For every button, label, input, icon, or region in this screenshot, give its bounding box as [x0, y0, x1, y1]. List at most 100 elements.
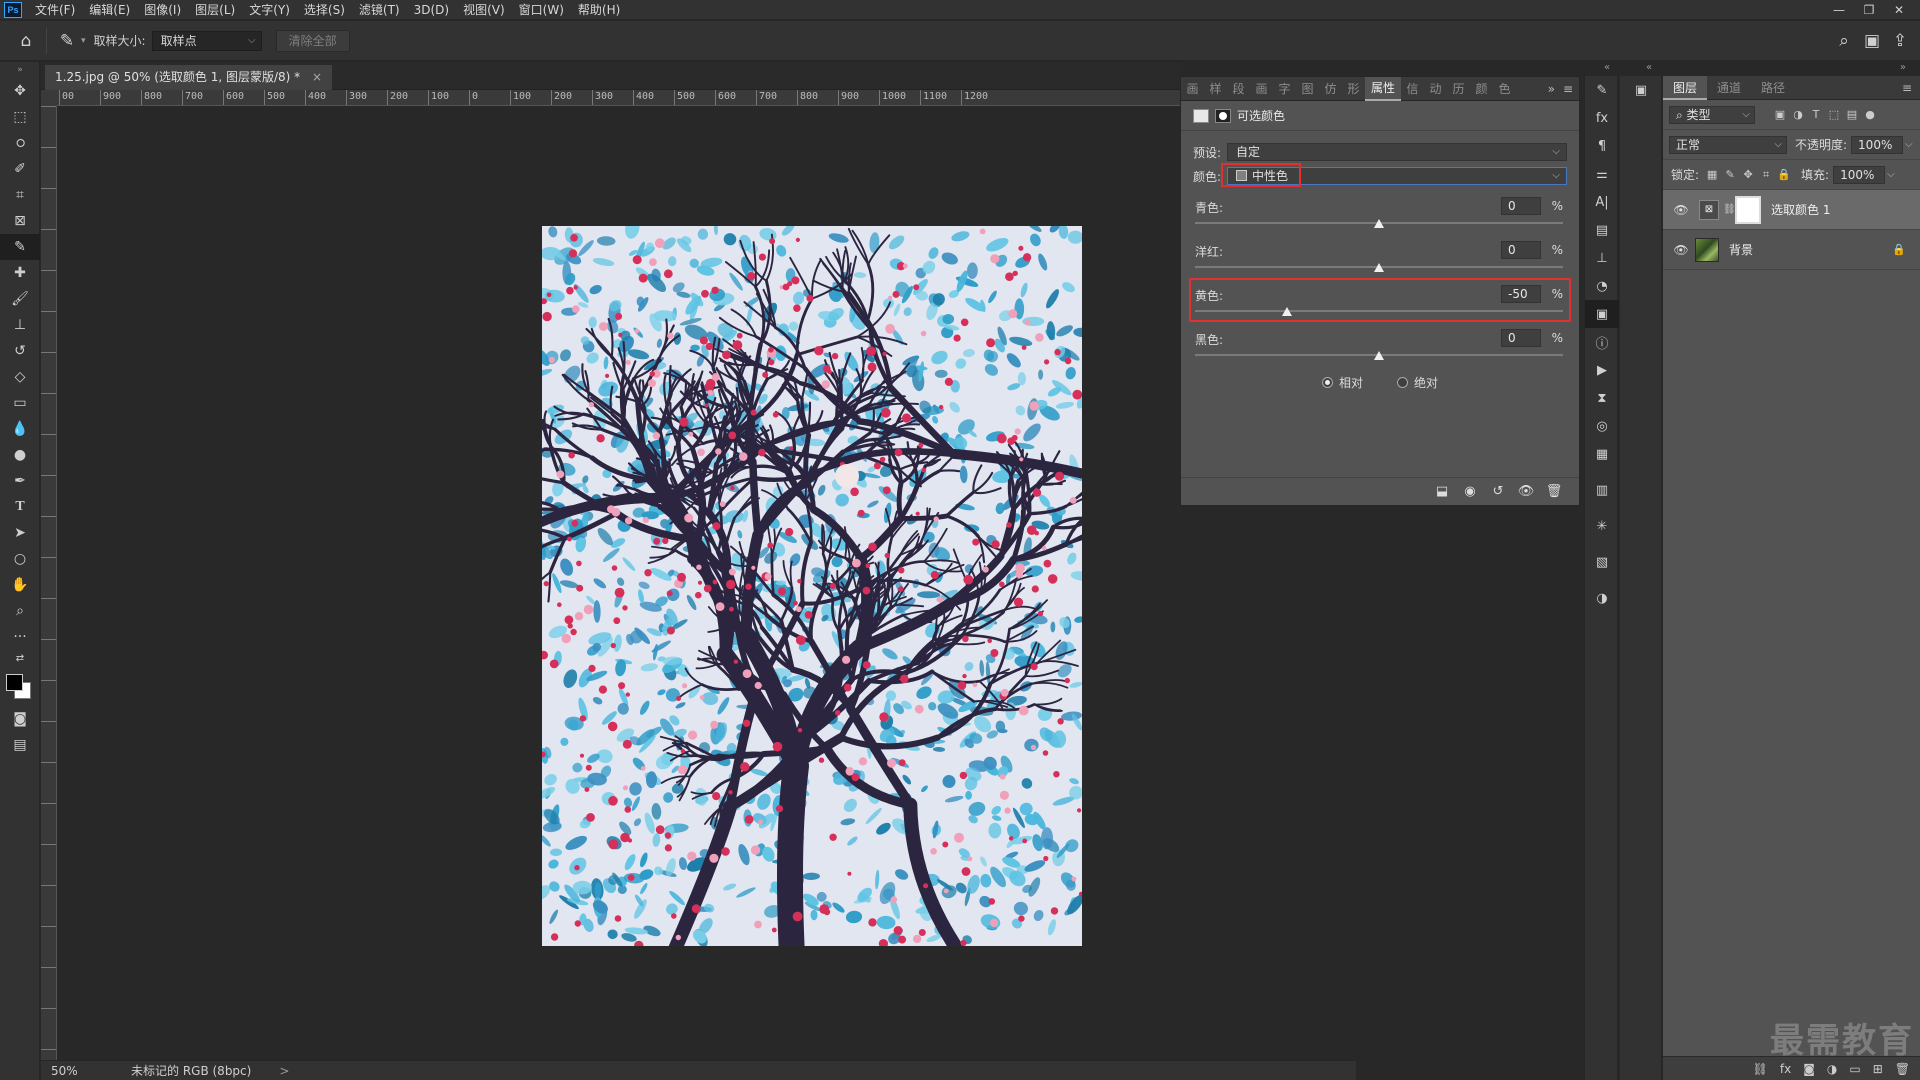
new-adjustment-icon[interactable]: ◑: [1827, 1062, 1837, 1076]
gradient-tool-icon[interactable]: ▭: [0, 390, 40, 416]
tab-properties[interactable]: 属性: [1365, 76, 1401, 101]
clone-source-panel-icon[interactable]: ⊥: [1585, 244, 1619, 272]
trash-icon[interactable]: 🗑: [1895, 1062, 1910, 1076]
layer-filter-select[interactable]: ⌕ 类型 ⌵: [1669, 105, 1755, 124]
history-panel-icon[interactable]: ⧗: [1585, 384, 1619, 412]
shape-filter-icon[interactable]: ⬚: [1825, 108, 1843, 121]
quick-mask-icon[interactable]: ◙: [0, 706, 40, 732]
tab-brush[interactable]: 画: [1181, 80, 1204, 97]
chevron-down-icon[interactable]: ▾: [81, 36, 86, 46]
link-icon[interactable]: ⛓: [1723, 204, 1736, 215]
tab-actions[interactable]: 动: [1424, 80, 1447, 97]
properties-panel-icon[interactable]: ▣: [1585, 300, 1619, 328]
lock-transparent-icon[interactable]: ▦: [1703, 168, 1721, 181]
tab-paragraph[interactable]: 段: [1227, 80, 1250, 97]
mask-icon[interactable]: [1215, 108, 1231, 123]
menu-window[interactable]: 窗口(W): [512, 0, 571, 20]
tab-styles[interactable]: 样: [1204, 80, 1227, 97]
adjustment-filter-icon[interactable]: ◑: [1789, 108, 1807, 121]
eyedropper-tool-icon[interactable]: ✎: [53, 27, 81, 55]
menu-help[interactable]: 帮助(H): [571, 0, 627, 20]
lock-pixels-icon[interactable]: ✎: [1721, 168, 1739, 181]
zoom-level[interactable]: 50%: [51, 1064, 111, 1078]
sample-size-select[interactable]: 取样点 ⌵: [151, 30, 262, 51]
tab-brush-settings[interactable]: 画: [1250, 80, 1273, 97]
actions-panel-icon[interactable]: ▶: [1585, 356, 1619, 384]
layer-item-background[interactable]: 👁 背景 🔒: [1663, 230, 1920, 270]
libraries-panel-icon[interactable]: ▧: [1585, 548, 1619, 576]
type-tool-icon[interactable]: T: [0, 494, 40, 520]
tab-channels[interactable]: 通道: [1707, 76, 1751, 100]
menu-layer[interactable]: 图层(L): [188, 0, 242, 20]
add-mask-icon[interactable]: ◙: [1803, 1062, 1815, 1076]
chevron-down-icon[interactable]: ⌵: [1887, 169, 1895, 180]
share-icon[interactable]: ⇪: [1886, 27, 1914, 55]
dodge-tool-icon[interactable]: ●: [0, 442, 40, 468]
tab-info[interactable]: 信: [1401, 80, 1424, 97]
canvas-area[interactable]: [57, 106, 1180, 1060]
brush-panel-icon[interactable]: ✎: [1585, 76, 1619, 104]
frame-tool-icon[interactable]: ⊠: [0, 208, 40, 234]
pixel-filter-icon[interactable]: ▣: [1771, 108, 1789, 121]
pen-tool-icon[interactable]: ✒: [0, 468, 40, 494]
layer-mask-thumbnail[interactable]: [1735, 195, 1761, 224]
notes-panel-icon[interactable]: ▥: [1585, 476, 1619, 504]
foreground-color-swatch[interactable]: [6, 674, 23, 691]
document-tab[interactable]: 1.25.jpg @ 50% (选取颜色 1, 图层蒙版/8) * ×: [45, 65, 333, 90]
shapes-panel-icon[interactable]: ◔: [1585, 272, 1619, 300]
history-brush-tool-icon[interactable]: ↺: [0, 338, 40, 364]
minimize-icon[interactable]: —: [1824, 3, 1854, 17]
eye-icon[interactable]: 👁: [1671, 203, 1691, 217]
chevron-down-icon[interactable]: ⌵: [1905, 139, 1913, 150]
quick-select-tool-icon[interactable]: ✐: [0, 156, 40, 182]
lasso-tool-icon[interactable]: ഠ: [0, 130, 40, 156]
type-filter-icon[interactable]: T: [1807, 108, 1825, 121]
clone-stamp-tool-icon[interactable]: ⊥: [0, 312, 40, 338]
document-image[interactable]: [542, 226, 1082, 946]
more-tools-icon[interactable]: ···: [0, 624, 40, 650]
smart-object-filter-icon[interactable]: ▤: [1843, 108, 1861, 121]
color-panel-icon[interactable]: ◎: [1585, 412, 1619, 440]
workspace-icon[interactable]: ▣: [1858, 27, 1886, 55]
collapse-panels-icon[interactable]: »: [1900, 62, 1906, 73]
3d-panel-icon[interactable]: ✳: [1585, 512, 1619, 540]
color-swatches[interactable]: [0, 666, 40, 706]
fx-icon[interactable]: fx: [1780, 1062, 1791, 1076]
menu-view[interactable]: 视图(V): [456, 0, 512, 20]
styles-panel-icon[interactable]: fx: [1585, 104, 1619, 132]
menu-image[interactable]: 图像(I): [137, 0, 188, 20]
zoom-tool-icon[interactable]: ⌕: [0, 598, 40, 624]
clip-to-layer-icon[interactable]: ⬓: [1433, 484, 1451, 499]
collapse-left-icon[interactable]: «: [1604, 62, 1610, 73]
layer-item-selective-color[interactable]: 👁 ⊠ ⛓ 选取颜色 1: [1663, 190, 1920, 230]
home-icon[interactable]: ⌂: [12, 27, 40, 55]
layers-panel-icon[interactable]: ▣: [1620, 76, 1662, 104]
menu-edit[interactable]: 编辑(E): [82, 0, 137, 20]
status-menu-icon[interactable]: >: [279, 1064, 289, 1078]
tab-glyphs[interactable]: 图: [1296, 80, 1319, 97]
glyphs-panel-icon[interactable]: ▤: [1585, 216, 1619, 244]
adjustments-panel-icon[interactable]: ◑: [1585, 584, 1619, 612]
blur-tool-icon[interactable]: 💧: [0, 416, 40, 442]
cyan-slider-thumb[interactable]: [1374, 219, 1384, 228]
eye-icon[interactable]: 👁: [1671, 243, 1691, 257]
tab-clone-source[interactable]: 仿: [1319, 80, 1342, 97]
hand-tool-icon[interactable]: ✋: [0, 572, 40, 598]
method-absolute-radio[interactable]: 绝对: [1397, 374, 1438, 391]
menu-3d[interactable]: 3D(D): [407, 0, 456, 20]
reset-icon[interactable]: ↺: [1489, 484, 1507, 499]
swatches-panel-icon[interactable]: ▦: [1585, 440, 1619, 468]
new-group-icon[interactable]: ▭: [1849, 1062, 1860, 1076]
method-relative-radio[interactable]: 相对: [1321, 374, 1363, 391]
cyan-value-input[interactable]: 0: [1501, 197, 1541, 215]
ellipse-tool-icon[interactable]: ○: [0, 546, 40, 572]
screen-mode-icon[interactable]: ▤: [0, 732, 40, 758]
tab-character[interactable]: 字: [1273, 80, 1296, 97]
eraser-tool-icon[interactable]: ◇: [0, 364, 40, 390]
close-icon[interactable]: ✕: [1884, 3, 1914, 17]
collapse-right-icon[interactable]: «: [1646, 62, 1652, 73]
paragraph-panel-icon[interactable]: ¶: [1585, 132, 1619, 160]
tab-history[interactable]: 历: [1447, 80, 1470, 97]
healing-brush-tool-icon[interactable]: ✚: [0, 260, 40, 286]
magenta-slider-thumb[interactable]: [1374, 263, 1384, 272]
